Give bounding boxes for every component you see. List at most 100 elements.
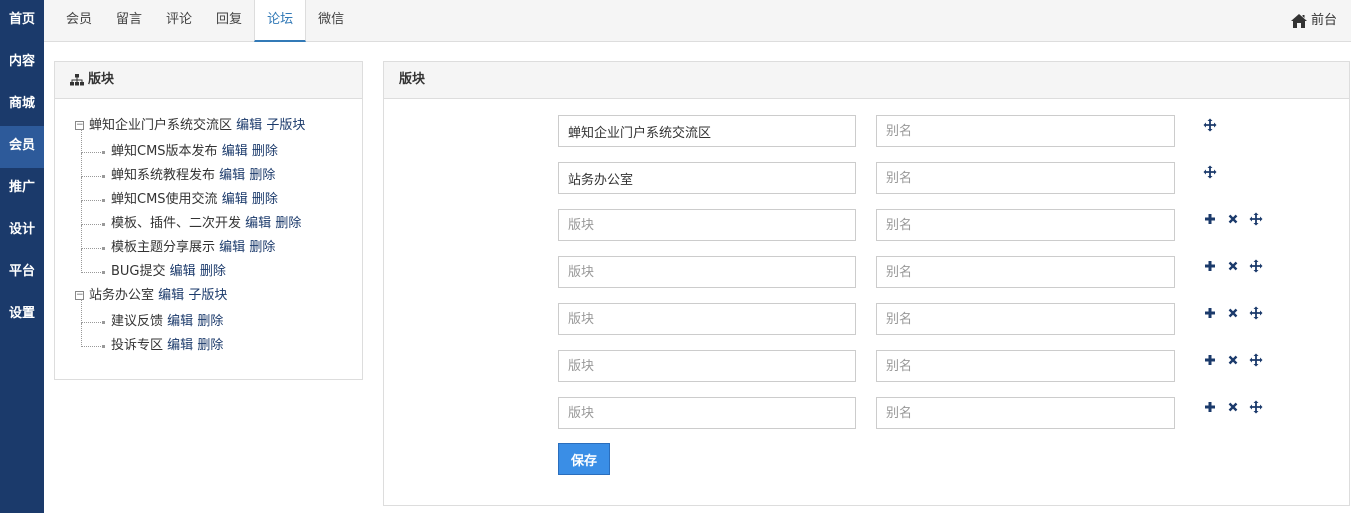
tree-item: 模板主题分享展示 编辑 删除 — [75, 225, 362, 261]
delete-link[interactable]: 删除 — [197, 314, 223, 329]
move-icon[interactable] — [1244, 397, 1267, 417]
row-actions — [1198, 256, 1267, 276]
remove-icon[interactable] — [1221, 350, 1244, 370]
board-tree-panel: 版块 − 蝉知企业门户系统交流区 编辑 子版块 蝉知CMS版本发布 编辑 删除 蝉… — [54, 61, 363, 380]
row-actions — [1198, 115, 1221, 135]
remove-icon[interactable] — [1221, 303, 1244, 323]
remove-icon[interactable] — [1221, 397, 1244, 417]
nav-item-content[interactable]: 内容 — [0, 42, 44, 84]
remove-icon[interactable] — [1221, 256, 1244, 276]
tree-panel-header: 版块 — [55, 62, 362, 99]
edit-link[interactable]: 编辑 — [167, 338, 193, 353]
tree-item: BUG提交 编辑 删除 — [75, 249, 362, 285]
plus-icon[interactable] — [1198, 350, 1221, 370]
nav-item-shop[interactable]: 商城 — [0, 84, 44, 126]
board-alias-input[interactable] — [876, 350, 1175, 382]
edit-link[interactable]: 编辑 — [236, 118, 262, 133]
edit-link[interactable]: 编辑 — [170, 264, 196, 279]
add-subboard-link[interactable]: 子版块 — [266, 118, 305, 133]
plus-icon[interactable] — [1198, 303, 1221, 323]
nav-item-home[interactable]: 首页 — [0, 0, 44, 42]
delete-link[interactable]: 删除 — [275, 216, 301, 231]
row-actions — [1198, 303, 1267, 323]
edit-link[interactable]: 编辑 — [222, 144, 248, 159]
tree-group-name: 站务办公室 — [89, 288, 155, 303]
tree-item-name: 蝉知系统教程发布 — [111, 168, 216, 183]
nav-item-promotion[interactable]: 推广 — [0, 168, 44, 210]
tree-item-name: BUG提交 — [111, 264, 166, 279]
plus-icon[interactable] — [1198, 209, 1221, 229]
save-button[interactable]: 保存 — [558, 443, 610, 475]
row-actions — [1198, 209, 1267, 229]
move-icon[interactable] — [1198, 115, 1221, 135]
tree-item-name: 模板主题分享展示 — [111, 240, 216, 255]
delete-link[interactable]: 删除 — [197, 338, 223, 353]
board-alias-input[interactable] — [876, 256, 1175, 288]
nav-item-design[interactable]: 设计 — [0, 210, 44, 252]
board-name-input[interactable] — [558, 256, 856, 288]
move-icon[interactable] — [1244, 256, 1267, 276]
tab-comment[interactable]: 评论 — [154, 0, 204, 42]
board-name-input[interactable] — [558, 162, 856, 194]
tab-member[interactable]: 会员 — [54, 0, 104, 42]
board-tree: − 蝉知企业门户系统交流区 编辑 子版块 蝉知CMS版本发布 编辑 删除 蝉知系统… — [55, 99, 362, 359]
tree-item: 蝉知CMS版本发布 编辑 删除 — [75, 129, 362, 165]
tab-reply[interactable]: 回复 — [204, 0, 254, 42]
tab-forum[interactable]: 论坛 — [254, 0, 307, 42]
board-name-input[interactable] — [558, 350, 856, 382]
board-row — [558, 397, 1278, 429]
collapse-icon[interactable]: − — [75, 121, 84, 130]
nav-item-platform[interactable]: 平台 — [0, 252, 44, 294]
board-alias-input[interactable] — [876, 303, 1175, 335]
board-row — [558, 303, 1278, 335]
remove-icon[interactable] — [1221, 209, 1244, 229]
board-alias-input[interactable] — [876, 397, 1175, 429]
tab-wechat[interactable]: 微信 — [306, 0, 356, 42]
board-name-input[interactable] — [558, 397, 856, 429]
edit-link[interactable]: 编辑 — [167, 314, 193, 329]
board-row — [558, 115, 1278, 147]
tree-item-name: 投诉专区 — [111, 338, 164, 353]
edit-link[interactable]: 编辑 — [219, 240, 245, 255]
board-name-input[interactable] — [558, 303, 856, 335]
move-icon[interactable] — [1244, 209, 1267, 229]
add-subboard-link[interactable]: 子版块 — [188, 288, 227, 303]
move-icon[interactable] — [1198, 162, 1221, 182]
form-panel-title: 版块 — [399, 72, 426, 87]
tab-message[interactable]: 留言 — [104, 0, 154, 42]
board-name-input[interactable] — [558, 209, 856, 241]
board-row — [558, 209, 1278, 241]
form-panel-header: 版块 — [384, 62, 1349, 99]
plus-icon[interactable] — [1198, 256, 1221, 276]
move-icon[interactable] — [1244, 303, 1267, 323]
edit-link[interactable]: 编辑 — [245, 216, 271, 231]
tree-panel-title: 版块 — [88, 72, 115, 87]
board-alias-input[interactable] — [876, 162, 1175, 194]
edit-link[interactable]: 编辑 — [222, 192, 248, 207]
board-alias-input[interactable] — [876, 209, 1175, 241]
edit-link[interactable]: 编辑 — [219, 168, 245, 183]
row-actions — [1198, 350, 1267, 370]
row-actions — [1198, 162, 1221, 182]
plus-icon[interactable] — [1198, 397, 1221, 417]
delete-link[interactable]: 删除 — [252, 192, 278, 207]
nav-item-settings[interactable]: 设置 — [0, 294, 44, 336]
top-bar: 会员 留言 评论 回复 论坛 微信 前台 — [44, 0, 1351, 42]
delete-link[interactable]: 删除 — [252, 144, 278, 159]
nav-item-member[interactable]: 会员 — [0, 126, 44, 168]
collapse-icon[interactable]: − — [75, 291, 84, 300]
home-icon — [1290, 14, 1307, 28]
tree-item-name: 模板、插件、二次开发 — [111, 216, 242, 231]
module-tabs: 会员 留言 评论 回复 论坛 微信 — [54, 0, 356, 42]
delete-link[interactable]: 删除 — [200, 264, 226, 279]
move-icon[interactable] — [1244, 350, 1267, 370]
tree-item: 投诉专区 编辑 删除 — [75, 323, 362, 359]
front-link[interactable]: 前台 — [1290, 0, 1337, 42]
delete-link[interactable]: 删除 — [249, 168, 275, 183]
board-alias-input[interactable] — [876, 115, 1175, 147]
tree-item-name: 建议反馈 — [111, 314, 164, 329]
tree-item: 蝉知系统教程发布 编辑 删除 — [75, 153, 362, 189]
edit-link[interactable]: 编辑 — [158, 288, 184, 303]
delete-link[interactable]: 删除 — [249, 240, 275, 255]
board-name-input[interactable] — [558, 115, 856, 147]
